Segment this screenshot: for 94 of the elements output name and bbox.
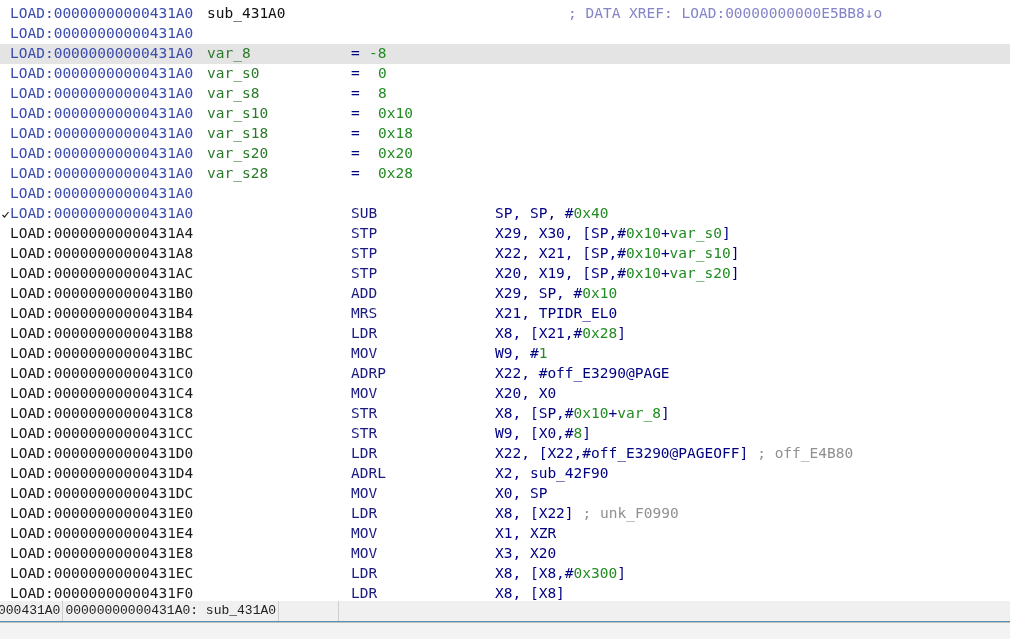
operands: X20, X19, [SP,#0x10+var_s20] (495, 264, 740, 284)
equals-sign: = (351, 104, 361, 124)
status-field: 00000000000431A0: sub_431A0 (63, 601, 280, 621)
address: LOAD:00000000000431E0 (10, 504, 195, 524)
variable-offset: 8 (378, 84, 387, 104)
address: LOAD:00000000000431A0 (10, 124, 195, 144)
address: LOAD:00000000000431A0 (10, 24, 195, 44)
mnemonic: LDR (351, 564, 379, 584)
operands: X22, X21, [SP,#0x10+var_s10] (495, 244, 740, 264)
address: LOAD:00000000000431E8 (10, 544, 195, 564)
equals-sign: = (351, 44, 361, 64)
variable-name: var_s0 (207, 64, 261, 84)
address: LOAD:00000000000431A8 (10, 244, 195, 264)
operands: X29, SP, #0x10 (495, 284, 618, 304)
operands: X1, XZR (495, 524, 557, 544)
address: LOAD:00000000000431BC (10, 344, 195, 364)
mnemonic: STP (351, 224, 379, 244)
address: LOAD:00000000000431A0 (10, 204, 195, 224)
variable-offset: 0x28 (378, 164, 413, 184)
mnemonic: MRS (351, 304, 379, 324)
address: LOAD:00000000000431A0 (10, 164, 195, 184)
address: LOAD:00000000000431A0 (10, 44, 195, 64)
mnemonic: STR (351, 424, 379, 444)
mnemonic: MOV (351, 544, 379, 564)
operands: X8, [X21,#0x28] (495, 324, 626, 344)
address: LOAD:00000000000431DC (10, 484, 195, 504)
operands: W9, [X0,#8] (495, 424, 592, 444)
equals-sign: = (351, 64, 361, 84)
address: LOAD:00000000000431A0 (10, 184, 195, 204)
variable-offset: 0x20 (378, 144, 413, 164)
mnemonic: LDR (351, 324, 379, 344)
address: LOAD:00000000000431C0 (10, 364, 195, 384)
mnemonic: ADD (351, 284, 379, 304)
operands: X8, [SP,#0x10+var_8] (495, 404, 670, 424)
variable-name: var_s20 (207, 144, 270, 164)
address: LOAD:00000000000431A0 (10, 144, 195, 164)
mnemonic: MOV (351, 484, 379, 504)
address: LOAD:00000000000431E4 (10, 524, 195, 544)
address: LOAD:00000000000431A0 (10, 104, 195, 124)
address: LOAD:00000000000431A0 (10, 84, 195, 104)
mnemonic: ADRP (351, 364, 387, 384)
mnemonic: ADRL (351, 464, 387, 484)
mnemonic: SUB (351, 204, 379, 224)
address: LOAD:00000000000431B4 (10, 304, 195, 324)
address: LOAD:00000000000431B0 (10, 284, 195, 304)
mnemonic: STP (351, 244, 379, 264)
operands: X8, [X8] (495, 584, 565, 601)
equals-sign: = (351, 164, 361, 184)
variable-offset: 0 (378, 64, 387, 84)
address: LOAD:00000000000431AC (10, 264, 195, 284)
operands: X20, X0 (495, 384, 557, 404)
variable-name: var_s10 (207, 104, 270, 124)
address: LOAD:00000000000431A0 (10, 64, 195, 84)
mnemonic: MOV (351, 384, 379, 404)
mnemonic: LDR (351, 504, 379, 524)
operands: X3, X20 (495, 544, 557, 564)
operands: X29, X30, [SP,#0x10+var_s0] (495, 224, 731, 244)
variable-name: var_s18 (207, 124, 270, 144)
variable-offset: 0x18 (378, 124, 413, 144)
mnemonic: LDR (351, 444, 379, 464)
address: LOAD:00000000000431B8 (10, 324, 195, 344)
mnemonic: MOV (351, 524, 379, 544)
mnemonic: MOV (351, 344, 379, 364)
address: LOAD:00000000000431A0 (10, 4, 195, 24)
equals-sign: = (351, 124, 361, 144)
mnemonic: STR (351, 404, 379, 424)
variable-offset: 0x10 (378, 104, 413, 124)
address: LOAD:00000000000431C8 (10, 404, 195, 424)
equals-sign: = (351, 144, 361, 164)
operands: X8, [X8,#0x300] (495, 564, 626, 584)
address: LOAD:00000000000431EC (10, 564, 195, 584)
variable-name: var_s28 (207, 164, 270, 184)
operands: W9, #1 (495, 344, 548, 364)
address: LOAD:00000000000431C4 (10, 384, 195, 404)
operands: X0, SP (495, 484, 548, 504)
address: LOAD:00000000000431F0 (10, 584, 195, 601)
address: LOAD:00000000000431CC (10, 424, 195, 444)
address: LOAD:00000000000431D0 (10, 444, 195, 464)
operands: X21, TPIDR_EL0 (495, 304, 618, 324)
variable-name: var_8 (207, 44, 252, 64)
mnemonic: STP (351, 264, 379, 284)
xref-comment: ; DATA XREF: LOAD:00000000000E5BB8↓o (568, 4, 883, 24)
function-name: sub_431A0 (207, 4, 287, 24)
variable-offset: -8 (369, 44, 387, 64)
operands: X22, #off_E3290@PAGE (495, 364, 670, 384)
address: LOAD:00000000000431A4 (10, 224, 195, 244)
operands: X2, sub_42F90 (495, 464, 609, 484)
address: LOAD:00000000000431D4 (10, 464, 195, 484)
operands: X8, [X22] ; unk_F0990 (495, 504, 679, 524)
operands: SP, SP, #0x40 (495, 204, 609, 224)
variable-name: var_s8 (207, 84, 261, 104)
operands: X22, [X22,#off_E3290@PAGEOFF] ; off_E4B80 (495, 444, 854, 464)
equals-sign: = (351, 84, 361, 104)
mnemonic: LDR (351, 584, 379, 601)
